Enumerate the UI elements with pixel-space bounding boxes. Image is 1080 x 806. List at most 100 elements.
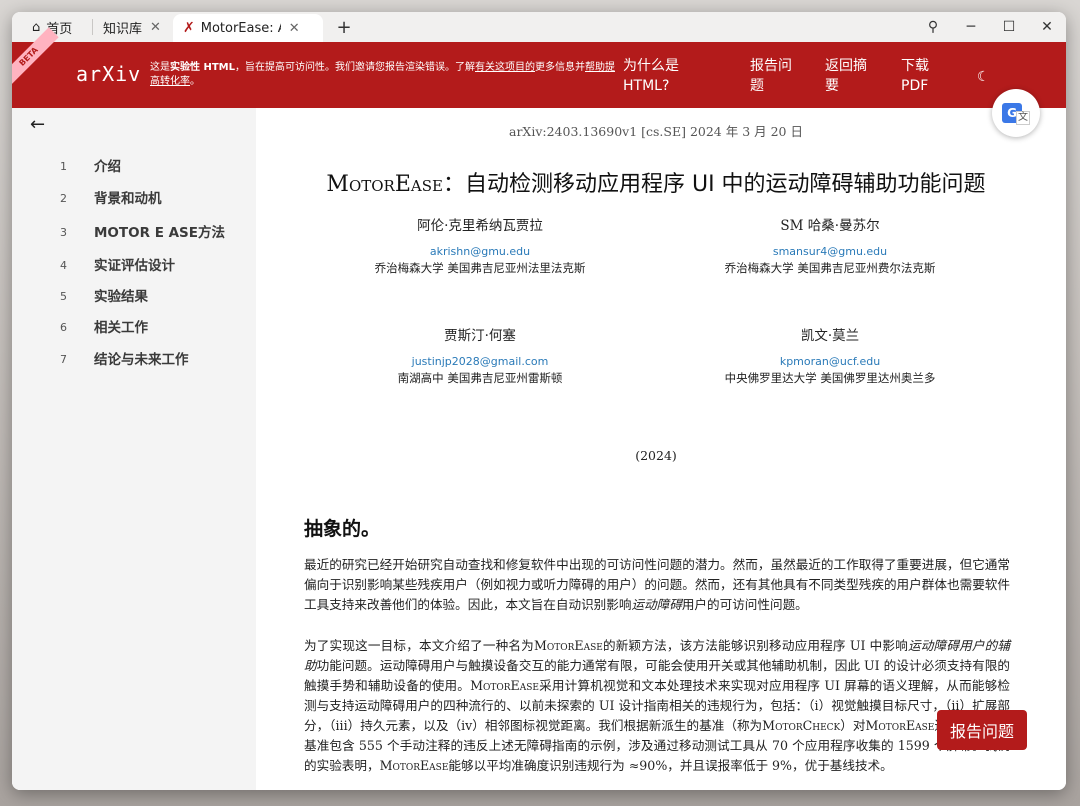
translate-wen-icon: 文: [1016, 111, 1030, 125]
title-name: MotorEase: [326, 172, 443, 197]
para-text: 能够以平均准确度识别违规行为 ≈90%，并且误报率低于 9%，优于基线技术。: [448, 758, 893, 773]
author-block: 阿伦·克里希纳瓦贾拉 akrishn@gmu.edu 乔治梅森大学 美国弗吉尼亚…: [330, 216, 630, 277]
toc-label: 背景和动机: [94, 191, 162, 207]
dark-mode-toggle-icon[interactable]: ☾: [977, 69, 990, 85]
toc-label: 实验结果: [94, 289, 148, 305]
author-name: 阿伦·克里希纳瓦贾拉: [417, 218, 543, 234]
why-html-line2: HTML?: [623, 78, 670, 94]
floating-report-issue-button[interactable]: 报告问题: [937, 710, 1027, 750]
window-controls: ⚲ ─ ☐ ✕: [914, 12, 1066, 42]
para-smallcaps: MotorEase: [379, 758, 449, 773]
browser-window: ⌂ 首页 知识库 ✕ ✗ MotorEase: A... ✕ + ⚲ ─ ☐ ✕…: [12, 12, 1066, 790]
tab-knowledge-label: 知识库: [103, 21, 143, 37]
toc-item[interactable]: 6 相关工作: [12, 319, 148, 337]
back-to-abstract-link[interactable]: 返回摘要: [825, 56, 867, 96]
para-smallcaps: MotorCheck: [762, 718, 841, 733]
tab-strip: ⌂ 首页 知识库 ✕ ✗ MotorEase: A... ✕ + ⚲ ─ ☐ ✕: [12, 12, 1066, 42]
arxiv-identifier: arXiv:2403.13690v1 [cs.SE] 2024 年 3 月 20…: [509, 124, 803, 139]
download-line1: 下载: [901, 58, 929, 74]
table-of-contents: ← 1 介绍 2 背景和动机 3 MOTOR E ASE方法 4 实证评估设计 5 实验结…: [12, 108, 256, 790]
new-tab-button[interactable]: +: [329, 12, 359, 42]
toc-item[interactable]: 5 实验结果: [12, 288, 148, 306]
arxiv-logo[interactable]: arXiv: [76, 62, 141, 86]
toc-number: 4: [60, 259, 67, 272]
author-name: 贾斯汀·何塞: [444, 328, 516, 344]
paper-title: MotorEase：自动检测移动应用程序 UI 中的运动障碍辅助功能问题: [256, 166, 1056, 198]
abstract-paragraph-2: 为了实现这一目标，本文介绍了一种名为MotorEase的新颖方法，该方法能够识别…: [304, 636, 1010, 776]
toc-label: 介绍: [94, 159, 121, 175]
notice-link-project[interactable]: 有关这项目的: [475, 62, 535, 73]
notice-bold: 实验性 HTML: [170, 62, 235, 73]
back-abstract-line1: 返回摘: [825, 58, 867, 74]
toc-number: 5: [60, 290, 67, 303]
download-line2: PDF: [901, 78, 929, 94]
back-abstract-line2: 要: [825, 78, 839, 94]
author-affiliation: 乔治梅森大学 美国弗吉尼亚州费尔法克斯: [724, 261, 936, 275]
toc-label: MOTOR E ASE方法: [94, 225, 226, 241]
author-affiliation: 中央佛罗里达大学 美国佛罗里达州奥兰多: [724, 371, 936, 385]
tab-motorease-label: MotorEase: A...: [200, 20, 281, 36]
toc-number: 6: [60, 321, 67, 334]
why-html-line1: 为什么是: [623, 58, 679, 74]
para-smallcaps: MotorEase: [470, 678, 539, 693]
para-smallcaps: MotorEase: [533, 638, 603, 653]
abstract-heading: 抽象的。: [304, 518, 381, 540]
report-line2: 题: [750, 78, 764, 94]
notice-text: ，旨在提高可访问性。我们邀请您报告渲染错误。了解: [235, 62, 475, 73]
author-email[interactable]: smansur4@gmu.edu: [680, 245, 980, 259]
publication-year: (2024): [635, 448, 677, 463]
tab-knowledge[interactable]: 知识库 ✕: [93, 12, 173, 42]
title-rest: ：自动检测移动应用程序 UI 中的运动障碍辅助功能问题: [442, 172, 986, 197]
maximize-button[interactable]: ☐: [990, 19, 1028, 35]
author-block: 凯文·莫兰 kpmoran@ucf.edu 中央佛罗里达大学 美国佛罗里达州奥兰…: [680, 326, 980, 387]
paper-content: arXiv:2403.13690v1 [cs.SE] 2024 年 3 月 20…: [256, 108, 1066, 790]
tab-motorease[interactable]: ✗ MotorEase: A... ✕: [173, 14, 323, 42]
toc-item[interactable]: 2 背景和动机: [12, 190, 162, 208]
author-affiliation: 乔治梅森大学 美国弗吉尼亚州法里法克斯: [374, 261, 586, 275]
abstract-paragraph-1: 最近的研究已经开始研究自动查找和修复软件中出现的可访问性问题的潜力。然而，虽然最…: [304, 555, 1010, 615]
toc-label: 结论与未来工作: [94, 352, 189, 368]
author-email[interactable]: akrishn@gmu.edu: [330, 245, 630, 259]
toc-item[interactable]: 3 MOTOR E ASE方法: [12, 224, 225, 242]
report-issue-link[interactable]: 报告问题: [750, 56, 792, 96]
toc-item[interactable]: 4 实证评估设计: [12, 257, 175, 275]
toc-number: 7: [60, 353, 67, 366]
toc-number: 1: [60, 160, 67, 173]
arxiv-header: BETA arXiv 这是实验性 HTML，旨在提高可访问性。我们邀请您报告渲染…: [12, 27, 1066, 108]
notice-text: 。: [190, 76, 200, 87]
home-icon: ⌂: [32, 19, 41, 35]
toc-number: 3: [60, 226, 67, 239]
report-line1: 报告问: [750, 58, 792, 74]
para-smallcaps: MotorEase: [865, 718, 935, 733]
para-text: 用户的可访问性问题。: [681, 597, 808, 612]
author-block: SM 哈桑·曼苏尔 smansur4@gmu.edu 乔治梅森大学 美国弗吉尼亚…: [680, 216, 980, 277]
notice-text: 更多信息并: [535, 62, 585, 73]
author-email[interactable]: kpmoran@ucf.edu: [680, 355, 980, 369]
toc-number: 2: [60, 192, 67, 205]
experimental-html-notice: 这是实验性 HTML，旨在提高可访问性。我们邀请您报告渲染错误。了解有关这项目的…: [150, 61, 616, 89]
download-pdf-link[interactable]: 下载 PDF: [901, 56, 929, 96]
close-window-button[interactable]: ✕: [1028, 19, 1066, 35]
author-name: 凯文·莫兰: [800, 328, 860, 344]
author-block: 贾斯汀·何塞 justinjp2028@gmail.com 南湖高中 美国弗吉尼…: [330, 326, 630, 387]
toc-label: 相关工作: [94, 320, 148, 336]
author-affiliation: 南湖高中 美国弗吉尼亚州雷斯顿: [397, 371, 563, 385]
close-icon[interactable]: ✕: [289, 21, 300, 36]
minimize-button[interactable]: ─: [952, 19, 990, 35]
translate-icon[interactable]: G 文: [992, 89, 1040, 137]
author-email[interactable]: justinjp2028@gmail.com: [330, 355, 630, 369]
why-html-link[interactable]: 为什么是 HTML?: [623, 56, 679, 96]
arxiv-favicon-icon: ✗: [183, 20, 195, 36]
toc-item[interactable]: 1 介绍: [12, 158, 121, 176]
author-name: SM 哈桑·曼苏尔: [780, 218, 880, 234]
close-icon[interactable]: ✕: [150, 20, 161, 35]
notice-text: 这是: [150, 62, 170, 73]
back-arrow-icon[interactable]: ←: [30, 114, 45, 135]
toc-label: 实证评估设计: [94, 258, 175, 274]
pin-icon[interactable]: ⚲: [914, 19, 952, 35]
para-italic: 运动障碍: [631, 597, 682, 612]
para-text: 为了实现这一目标，本文介绍了一种名为: [304, 638, 534, 653]
para-text: ）对: [840, 718, 866, 733]
toc-item[interactable]: 7 结论与未来工作: [12, 351, 189, 369]
para-text: 的新颖方法，该方法能够识别移动应用程序 UI 中影响: [602, 638, 908, 653]
